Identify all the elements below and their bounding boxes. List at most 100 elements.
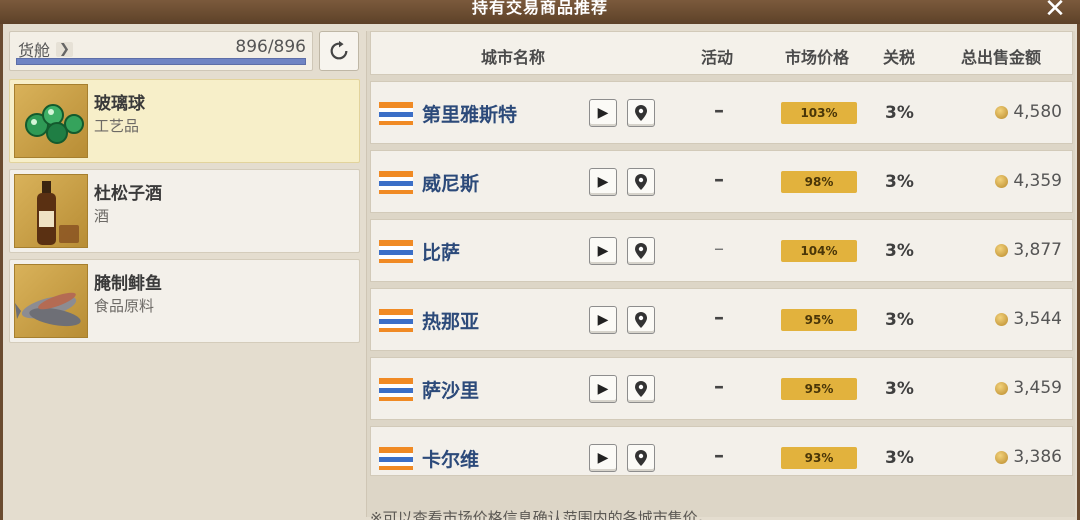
map-button[interactable]: [627, 99, 655, 127]
activity-value: –: [714, 374, 724, 398]
play-icon: ▶: [597, 174, 609, 190]
price-badge: 104%: [781, 240, 857, 262]
play-icon: ▶: [597, 105, 609, 121]
footer-note: ※可以查看市场价格信息确认范围内的各城市售价。: [370, 509, 713, 520]
close-icon: ✕: [1044, 0, 1066, 24]
map-pin-icon: [635, 174, 647, 190]
flag-icon: [379, 240, 413, 263]
price-badge: 95%: [781, 309, 857, 331]
goods-item[interactable]: 玻璃球 工艺品: [9, 79, 360, 163]
goods-name: 玻璃球: [94, 94, 145, 114]
flag-icon: [379, 309, 413, 332]
play-button[interactable]: ▶: [589, 99, 617, 127]
play-icon: ▶: [597, 381, 609, 397]
city-table: 城市名称 活动 市场价格 关税 总出售金额 第里雅斯特 ▶ – 103% 3% …: [366, 31, 1075, 520]
tax-value: 3%: [885, 103, 914, 123]
activity-value: –: [714, 98, 724, 122]
activity-value: –: [714, 305, 724, 329]
total-value: 3,459: [995, 378, 1062, 398]
coin-icon: [995, 105, 1009, 119]
refresh-button[interactable]: [319, 31, 359, 71]
total-amount: 3,544: [1013, 309, 1062, 329]
map-pin-icon: [635, 105, 647, 121]
cargo-panel: 货舱 ❯ 896/896: [9, 31, 313, 71]
price-badge: 95%: [781, 378, 857, 400]
flag-icon: [379, 378, 413, 401]
map-pin-icon: [635, 381, 647, 397]
map-pin-icon: [635, 450, 647, 466]
city-name: 卡尔维: [422, 449, 480, 471]
goods-item[interactable]: 杜松子酒 酒: [9, 169, 360, 253]
total-amount: 3,459: [1013, 378, 1062, 398]
main-frame: 货舱 ❯ 896/896 玻璃球 工艺品 杜松子酒 酒 腌制鲱鱼 食品原料 城市…: [0, 24, 1080, 520]
total-amount: 4,580: [1013, 102, 1062, 122]
activity-value: –: [714, 443, 724, 467]
city-name: 萨沙里: [422, 380, 480, 402]
map-pin-icon: [635, 243, 647, 259]
tax-value: 3%: [885, 310, 914, 330]
goods-category: 酒: [94, 207, 110, 225]
goods-item[interactable]: 腌制鲱鱼 食品原料: [9, 259, 360, 343]
map-pin-icon: [635, 312, 647, 328]
total-value: 4,580: [995, 102, 1062, 122]
gin-image: [14, 174, 88, 248]
map-button[interactable]: [627, 237, 655, 265]
total-amount: 3,877: [1013, 240, 1062, 260]
window-title: 持有交易商品推荐: [471, 0, 608, 17]
refresh-icon: [330, 40, 348, 60]
play-button[interactable]: ▶: [589, 168, 617, 196]
table-row[interactable]: 第里雅斯特 ▶ – 103% 3% 4,580: [370, 81, 1073, 144]
header-tax: 关税: [883, 48, 916, 67]
total-value: 4,359: [995, 171, 1062, 191]
table-row[interactable]: 萨沙里 ▶ – 95% 3% 3,459: [370, 357, 1073, 420]
coin-icon: [995, 450, 1009, 464]
activity-value: –: [714, 167, 724, 191]
tax-value: 3%: [885, 172, 914, 192]
map-button[interactable]: [627, 168, 655, 196]
total-value: 3,877: [995, 240, 1062, 260]
header-price: 市场价格: [785, 48, 850, 67]
tax-value: 3%: [885, 448, 914, 468]
play-button[interactable]: ▶: [589, 444, 617, 472]
play-icon: ▶: [597, 243, 609, 259]
header-activity: 活动: [701, 48, 734, 67]
total-value: 3,544: [995, 309, 1062, 329]
header-city: 城市名称: [481, 48, 546, 67]
title-bar: 持有交易商品推荐 ✕: [0, 0, 1080, 24]
coin-icon: [995, 243, 1009, 257]
goods-name: 腌制鲱鱼: [94, 274, 162, 294]
play-button[interactable]: ▶: [589, 306, 617, 334]
cargo-value: 896/896: [235, 37, 306, 57]
table-row[interactable]: 比萨 ▶ – 104% 3% 3,877: [370, 219, 1073, 282]
city-name: 威尼斯: [422, 173, 480, 195]
pickled-herring-image: [14, 264, 88, 338]
play-button[interactable]: ▶: [589, 237, 617, 265]
city-name: 第里雅斯特: [422, 104, 518, 126]
price-badge: 103%: [781, 102, 857, 124]
close-button[interactable]: ✕: [1040, 0, 1070, 24]
price-badge: 93%: [781, 447, 857, 469]
map-button[interactable]: [627, 306, 655, 334]
chevron-right-icon: ❯: [56, 41, 73, 57]
map-button[interactable]: [627, 444, 655, 472]
table-row[interactable]: 热那亚 ▶ – 95% 3% 3,544: [370, 288, 1073, 351]
coin-icon: [995, 174, 1009, 188]
table-rows: 第里雅斯特 ▶ – 103% 3% 4,580 威尼斯 ▶ – 98% 3% 4…: [370, 81, 1073, 482]
goods-list: 玻璃球 工艺品 杜松子酒 酒 腌制鲱鱼 食品原料: [9, 79, 360, 349]
tax-value: 3%: [885, 241, 914, 261]
table-row[interactable]: 威尼斯 ▶ – 98% 3% 4,359: [370, 150, 1073, 213]
play-button[interactable]: ▶: [589, 375, 617, 403]
header-total: 总出售金额: [961, 48, 1042, 67]
glass-ball-image: [14, 84, 88, 158]
city-name: 比萨: [422, 242, 461, 264]
map-button[interactable]: [627, 375, 655, 403]
total-amount: 4,359: [1013, 171, 1062, 191]
coin-icon: [995, 312, 1009, 326]
cargo-progress-bar: [16, 58, 306, 65]
activity-value: –: [714, 236, 724, 260]
flag-icon: [379, 171, 413, 194]
city-name: 热那亚: [422, 311, 480, 333]
table-row[interactable]: 卡尔维 ▶ – 93% 3% 3,386: [370, 426, 1073, 476]
goods-name: 杜松子酒: [94, 184, 162, 204]
flag-icon: [379, 102, 413, 125]
